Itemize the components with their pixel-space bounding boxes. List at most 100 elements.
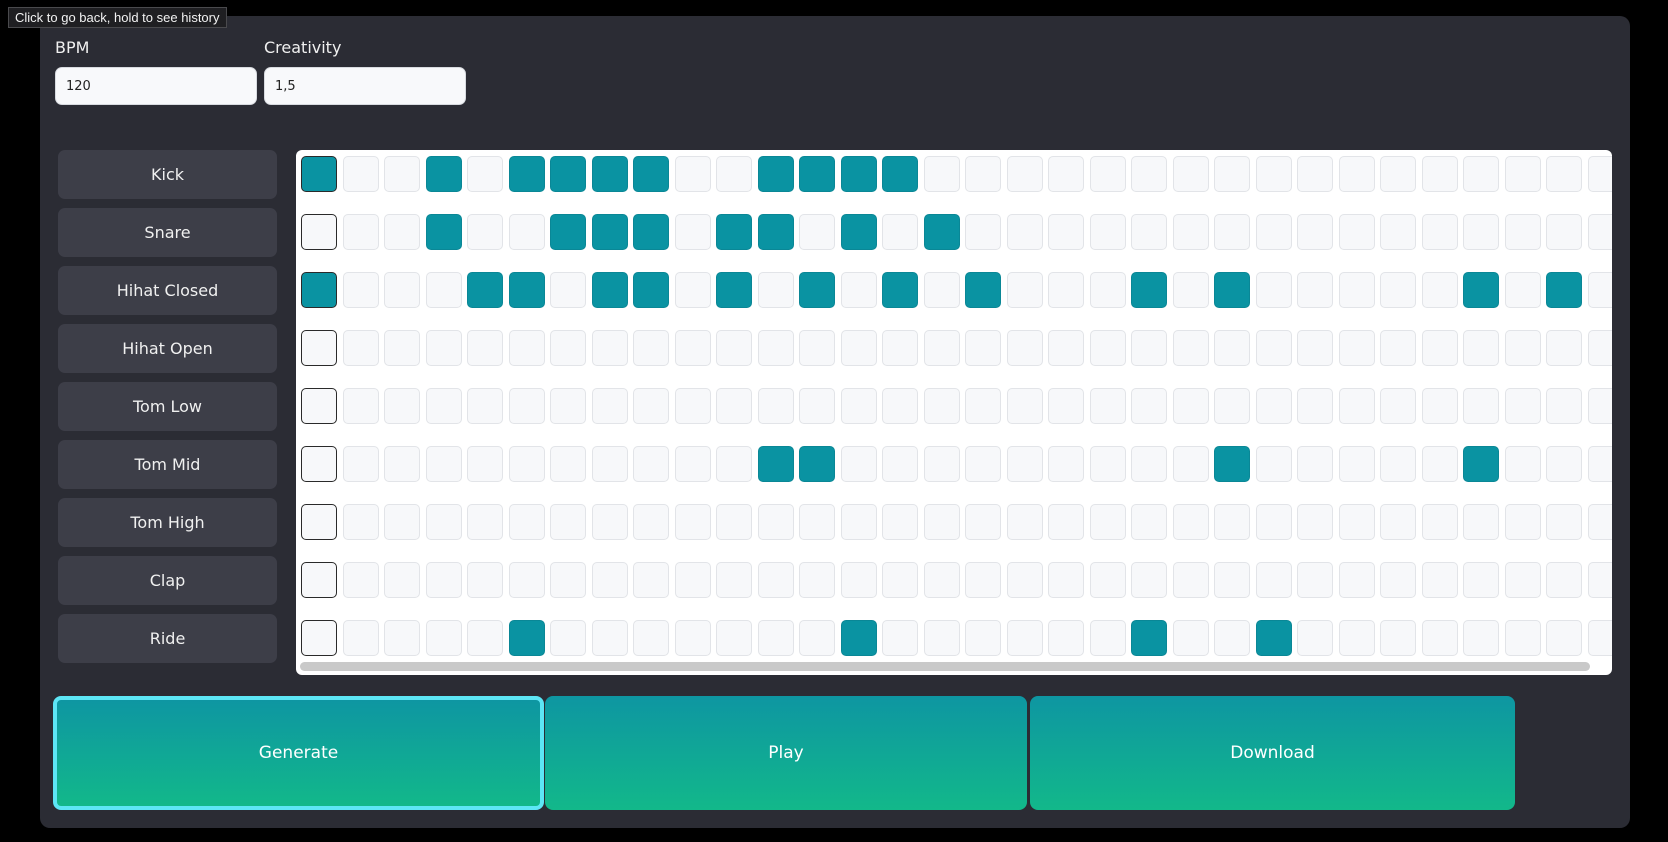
track-label-ride[interactable]: Ride [58, 614, 277, 663]
step-cell[interactable] [1214, 620, 1250, 656]
step-cell[interactable] [1048, 388, 1084, 424]
track-label-hihat-open[interactable]: Hihat Open [58, 324, 277, 373]
step-cell[interactable] [1214, 214, 1250, 250]
step-cell[interactable] [882, 446, 918, 482]
step-cell[interactable] [1089, 388, 1126, 424]
step-cell[interactable] [965, 214, 1001, 250]
step-cell[interactable] [1089, 272, 1126, 308]
step-cell[interactable] [716, 214, 752, 250]
step-cell[interactable] [1214, 504, 1250, 540]
step-cell[interactable] [467, 620, 503, 656]
step-cell[interactable] [923, 330, 960, 366]
track-label-kick[interactable]: Kick [58, 150, 277, 199]
step-cell[interactable] [1504, 620, 1541, 656]
step-cell[interactable] [1380, 330, 1416, 366]
step-cell[interactable] [965, 156, 1001, 192]
step-cell[interactable] [1504, 156, 1541, 192]
track-label-tom-mid[interactable]: Tom Mid [58, 440, 277, 489]
step-cell[interactable] [1587, 446, 1612, 482]
step-cell[interactable] [882, 504, 918, 540]
step-cell[interactable] [882, 214, 918, 250]
step-cell[interactable] [674, 446, 711, 482]
step-cell[interactable] [1172, 388, 1209, 424]
step-cell[interactable] [1006, 156, 1043, 192]
track-label-tom-high[interactable]: Tom High [58, 498, 277, 547]
step-cell[interactable] [799, 330, 835, 366]
step-cell[interactable] [1048, 620, 1084, 656]
step-cell[interactable] [965, 272, 1001, 308]
step-cell[interactable] [1421, 446, 1458, 482]
step-cell[interactable] [1214, 156, 1250, 192]
step-cell[interactable] [633, 562, 669, 598]
step-cell[interactable] [1338, 330, 1375, 366]
step-cell[interactable] [550, 156, 586, 192]
step-cell[interactable] [301, 504, 337, 540]
step-cell[interactable] [1131, 388, 1167, 424]
step-cell[interactable] [1504, 562, 1541, 598]
step-cell[interactable] [591, 330, 628, 366]
step-cell[interactable] [550, 504, 586, 540]
step-cell[interactable] [1214, 330, 1250, 366]
step-cell[interactable] [674, 388, 711, 424]
step-cell[interactable] [508, 504, 545, 540]
step-cell[interactable] [1546, 562, 1582, 598]
step-cell[interactable] [1131, 156, 1167, 192]
step-cell[interactable] [1297, 562, 1333, 598]
step-cell[interactable] [882, 562, 918, 598]
step-cell[interactable] [1006, 388, 1043, 424]
step-cell[interactable] [1587, 562, 1612, 598]
step-cell[interactable] [1006, 620, 1043, 656]
step-cell[interactable] [1421, 214, 1458, 250]
step-cell[interactable] [1587, 388, 1612, 424]
step-cell[interactable] [591, 388, 628, 424]
step-cell[interactable] [1131, 504, 1167, 540]
step-cell[interactable] [633, 620, 669, 656]
step-cell[interactable] [1214, 562, 1250, 598]
step-cell[interactable] [716, 330, 752, 366]
step-cell[interactable] [1338, 620, 1375, 656]
creativity-input[interactable] [264, 67, 466, 105]
step-cell[interactable] [301, 272, 337, 308]
step-cell[interactable] [467, 562, 503, 598]
step-cell[interactable] [550, 446, 586, 482]
step-cell[interactable] [1172, 330, 1209, 366]
step-cell[interactable] [1048, 272, 1084, 308]
step-cell[interactable] [799, 388, 835, 424]
play-button[interactable]: Play [545, 696, 1027, 810]
step-cell[interactable] [1546, 620, 1582, 656]
step-cell[interactable] [1131, 330, 1167, 366]
step-cell[interactable] [425, 446, 462, 482]
step-cell[interactable] [1421, 562, 1458, 598]
step-cell[interactable] [674, 504, 711, 540]
step-cell[interactable] [716, 388, 752, 424]
step-cell[interactable] [1463, 156, 1499, 192]
step-cell[interactable] [1463, 214, 1499, 250]
step-cell[interactable] [674, 330, 711, 366]
step-cell[interactable] [1421, 388, 1458, 424]
step-cell[interactable] [550, 330, 586, 366]
step-cell[interactable] [1297, 156, 1333, 192]
step-cell[interactable] [301, 446, 337, 482]
step-cell[interactable] [384, 620, 420, 656]
step-cell[interactable] [467, 214, 503, 250]
step-cell[interactable] [1255, 388, 1292, 424]
step-cell[interactable] [342, 272, 379, 308]
step-cell[interactable] [1297, 504, 1333, 540]
step-cell[interactable] [1172, 620, 1209, 656]
step-cell[interactable] [1504, 330, 1541, 366]
step-cell[interactable] [1587, 330, 1612, 366]
step-cell[interactable] [1504, 214, 1541, 250]
step-cell[interactable] [550, 620, 586, 656]
step-cell[interactable] [384, 214, 420, 250]
step-cell[interactable] [799, 620, 835, 656]
step-cell[interactable] [1297, 272, 1333, 308]
step-cell[interactable] [1214, 446, 1250, 482]
step-cell[interactable] [301, 388, 337, 424]
track-label-snare[interactable]: Snare [58, 208, 277, 257]
step-cell[interactable] [1131, 214, 1167, 250]
step-cell[interactable] [1587, 156, 1612, 192]
step-cell[interactable] [633, 504, 669, 540]
step-cell[interactable] [923, 446, 960, 482]
step-cell[interactable] [1172, 562, 1209, 598]
step-cell[interactable] [1463, 562, 1499, 598]
